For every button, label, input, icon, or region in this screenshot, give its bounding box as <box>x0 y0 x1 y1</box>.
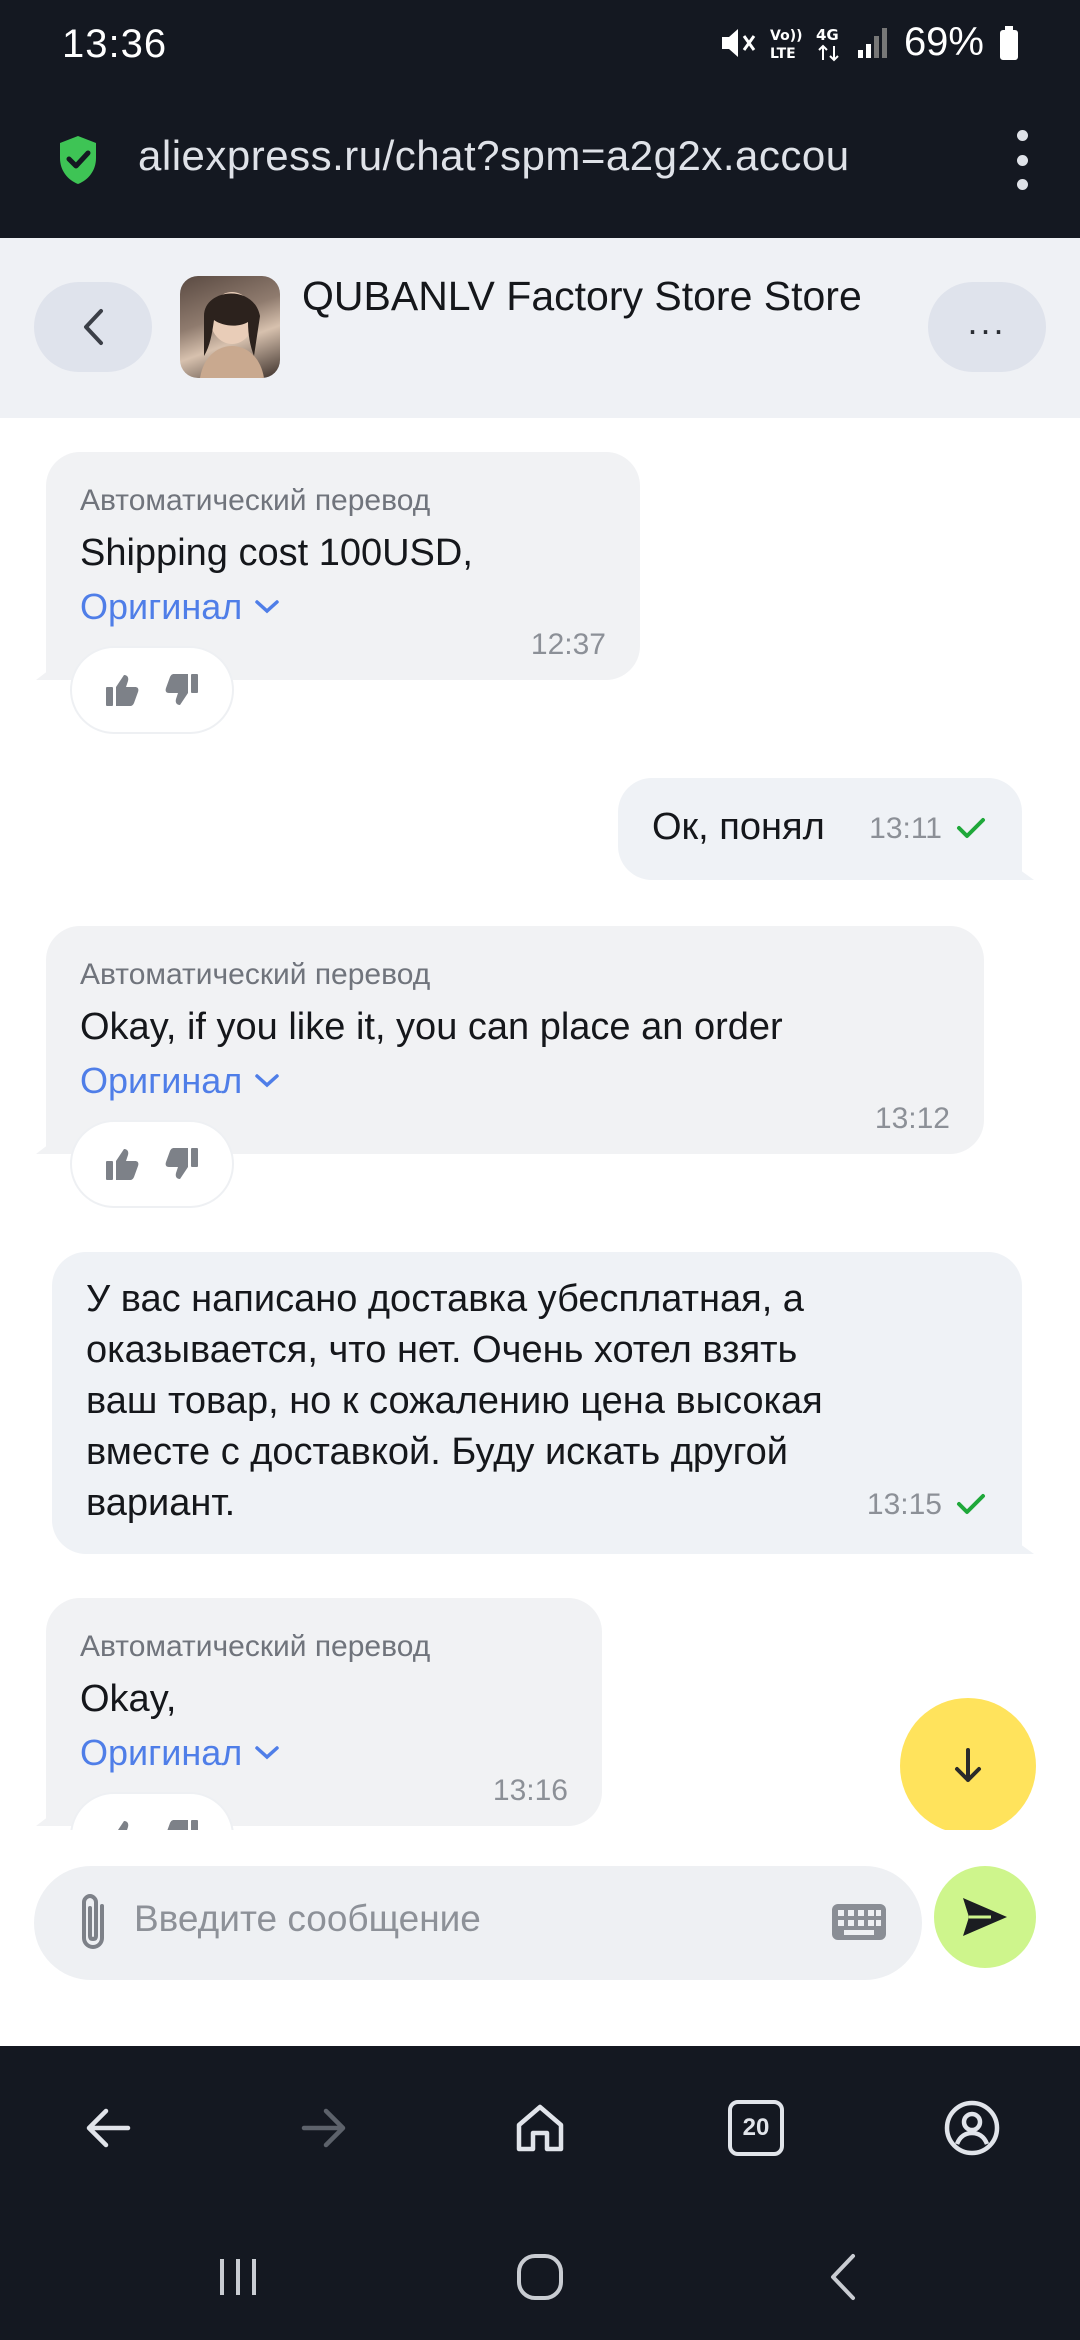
thumbs-up-icon[interactable] <box>104 672 140 708</box>
message-input-bar: Введите сообщение <box>0 1830 1080 2046</box>
message-time: 13:15 <box>866 1488 942 1521</box>
chevron-down-icon <box>255 1074 280 1088</box>
store-name[interactable]: QUBANLV Factory Store Store <box>302 268 862 324</box>
auto-translation-label: Автоматический перевод <box>80 484 431 517</box>
status-time: 13:36 <box>62 22 168 66</box>
browser-navigation: 20 <box>0 2078 1080 2178</box>
volte-icon: Vo)) LTE <box>770 28 802 62</box>
original-link-label[interactable]: Оригинал <box>80 586 242 628</box>
reactions <box>70 1792 234 1830</box>
store-avatar[interactable] <box>180 276 280 378</box>
account-icon <box>944 2100 1000 2156</box>
home-icon <box>516 2104 564 2152</box>
auto-translation-label: Автоматический перевод <box>80 1630 431 1663</box>
auto-translation-label: Автоматический перевод <box>80 958 431 991</box>
chat-header: QUBANLV Factory Store Store ... <box>0 238 1080 418</box>
home-system-button[interactable] <box>500 2242 580 2312</box>
thumbs-down-icon[interactable] <box>164 1146 200 1182</box>
reactions <box>70 1120 234 1208</box>
arrow-down-icon <box>955 1748 981 1782</box>
browser-tabs-button[interactable]: 20 <box>716 2088 796 2168</box>
original-toggle[interactable]: Оригинал <box>80 1732 280 1774</box>
paperclip-icon[interactable] <box>74 1890 114 1954</box>
thumbs-up-icon[interactable] <box>104 1146 140 1182</box>
browser-menu-button[interactable] <box>1012 130 1032 190</box>
chevron-left-icon <box>84 309 103 345</box>
system-navigation <box>0 2226 1080 2326</box>
status-bar: 13:36 Vo)) LTE 4G 69% <box>0 0 1080 92</box>
tabs-count: 20 <box>728 2100 784 2156</box>
message-input[interactable]: Введите сообщение <box>34 1866 922 1980</box>
chevron-left-icon <box>831 2254 855 2300</box>
avatar-image <box>200 292 264 378</box>
mute-icon <box>721 28 756 57</box>
status-right: Vo)) LTE 4G 69% <box>718 20 1020 65</box>
send-button[interactable] <box>934 1866 1036 1968</box>
message-time: 13:16 <box>492 1774 568 1807</box>
browser-back-button[interactable] <box>68 2088 148 2168</box>
keyboard-icon[interactable] <box>830 1900 888 1944</box>
message-text: Okay, <box>80 1678 177 1720</box>
chat-messages[interactable]: Автоматический перевод Shipping cost 100… <box>0 418 1080 1830</box>
svg-text:Vo)): Vo)) <box>770 28 802 44</box>
battery-icon <box>1000 25 1018 60</box>
original-toggle[interactable]: Оригинал <box>80 586 280 628</box>
message-time: 13:12 <box>874 1102 950 1135</box>
message-outgoing[interactable]: У вас написано доставка убесплатная, а о… <box>52 1252 1034 1554</box>
message-text: У вас написано доставка убесплатная, а о… <box>86 1278 823 1524</box>
system-back-button[interactable] <box>802 2242 882 2312</box>
browser-home-button[interactable] <box>500 2088 580 2168</box>
chevron-down-icon <box>255 600 280 614</box>
network-4g-icon: 4G <box>816 26 839 61</box>
chevron-down-icon <box>255 1746 280 1760</box>
status-icons: Vo)) LTE 4G <box>718 24 890 62</box>
thumbs-up-icon[interactable] <box>104 1818 140 1830</box>
recent-apps-button[interactable] <box>198 2242 278 2312</box>
reactions <box>70 646 234 734</box>
url-bar[interactable]: aliexpress.ru/chat?spm=a2g2x.accou <box>0 110 1080 210</box>
read-check-icon <box>957 1494 985 1514</box>
url-text[interactable]: aliexpress.ru/chat?spm=a2g2x.accou <box>138 132 938 180</box>
arrow-right-icon <box>301 2108 346 2148</box>
original-link-label[interactable]: Оригинал <box>80 1060 242 1102</box>
read-check-icon <box>957 818 985 838</box>
message-time: 12:37 <box>530 628 606 661</box>
more-options-button[interactable]: ... <box>928 282 1046 372</box>
secure-shield-icon <box>60 136 96 184</box>
signal-icon <box>857 27 887 58</box>
thumbs-down-icon[interactable] <box>164 1818 200 1830</box>
recent-apps-icon <box>220 2259 256 2295</box>
scroll-down-button[interactable] <box>900 1698 1036 1834</box>
message-text: Ок, понял <box>652 806 825 848</box>
browser-forward-button[interactable] <box>284 2088 364 2168</box>
message-time: 13:11 <box>869 812 942 845</box>
send-icon <box>963 1898 1007 1936</box>
svg-text:LTE: LTE <box>770 46 796 62</box>
message-outgoing[interactable]: Ок, понял 13:11 <box>618 778 1034 880</box>
svg-text:4G: 4G <box>816 26 839 44</box>
original-toggle[interactable]: Оригинал <box>80 1060 280 1102</box>
thumbs-down-icon[interactable] <box>164 672 200 708</box>
original-link-label[interactable]: Оригинал <box>80 1732 242 1774</box>
browser-account-button[interactable] <box>932 2088 1012 2168</box>
message-text: Okay, if you like it, you can place an o… <box>80 1006 783 1048</box>
message-placeholder[interactable]: Введите сообщение <box>134 1898 481 1940</box>
back-button[interactable] <box>34 282 152 372</box>
message-text: Shipping cost 100USD, <box>80 532 473 574</box>
arrow-left-icon <box>86 2108 131 2148</box>
home-circle-icon <box>517 2254 563 2300</box>
battery-percent: 69% <box>903 20 984 64</box>
